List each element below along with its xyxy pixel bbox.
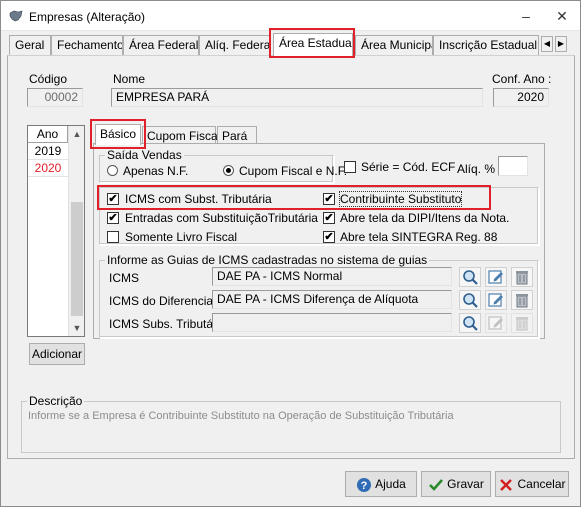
tab-fechamento[interactable]: Fechamento	[51, 35, 123, 55]
app-icon	[9, 10, 23, 22]
tab-area-estadual[interactable]: Área Estadual	[273, 33, 353, 56]
radio-cupom-fiscal[interactable]	[223, 165, 234, 176]
tab-scroll-right-icon[interactable]: ▶	[555, 36, 567, 52]
serie-ecf-label: Série = Cód. ECF	[361, 160, 456, 174]
search-icon[interactable]	[459, 313, 481, 333]
nome-label: Nome	[113, 72, 146, 86]
codigo-field[interactable]: 00002	[27, 88, 83, 107]
edit-icon[interactable]	[485, 267, 507, 287]
guia-diferencial-field[interactable]: DAE PA - ICMS Diferença de Alíquota	[212, 290, 452, 309]
tab-aliq-federais[interactable]: Alíq. Federais	[199, 35, 271, 55]
checkbox-abre-sintegra[interactable]: ✔	[323, 231, 335, 243]
tab-inscricao-estadual[interactable]: Inscrição Estadual S	[433, 35, 539, 55]
somente-livro-label: Somente Livro Fiscal	[125, 230, 238, 244]
checkbox-icms-subst[interactable]: ✔	[107, 193, 119, 205]
trash-icon[interactable]	[511, 313, 533, 333]
saida-vendas-title: Saída Vendas	[105, 148, 184, 162]
gravar-label: Gravar	[447, 477, 484, 491]
edit-icon[interactable]	[485, 290, 507, 310]
entradas-label: Entradas com SubstituiçãoTributária	[125, 211, 318, 225]
year-list[interactable]: Ano 2019 2020 ▲ ▼	[27, 125, 85, 337]
radio-apenas-nf-label: Apenas N.F.	[123, 164, 189, 178]
cancel-icon	[500, 478, 513, 491]
contribuinte-substituto-label: Contribuinte Substituto	[338, 191, 463, 207]
abre-sintegra-label: Abre tela SINTEGRA Reg. 88	[340, 230, 498, 244]
window-title: Empresas (Alteração)	[29, 10, 146, 24]
top-tab-strip: Geral Fechamento Área Federal Alíq. Fede…	[7, 33, 577, 56]
icms-subst-label: ICMS com Subst. Tributária	[125, 192, 272, 206]
search-icon[interactable]	[459, 290, 481, 310]
tab-area-federal[interactable]: Área Federal	[123, 35, 199, 55]
nome-field[interactable]: EMPRESA PARÁ	[111, 88, 483, 107]
guia-diferencial-label: ICMS do Diferencial	[109, 294, 216, 308]
abre-dipi-label: Abre tela da DIPI/Itens da Nota.	[340, 211, 510, 225]
checkbox-somente-livro[interactable]	[107, 231, 119, 243]
codigo-label: Código	[29, 72, 68, 86]
year-row[interactable]: 2020	[28, 160, 68, 177]
cancelar-label: Cancelar	[517, 477, 566, 491]
tab-basico[interactable]: Básico	[95, 124, 141, 145]
guia-subs-trib-field[interactable]	[212, 313, 452, 332]
scroll-down-icon[interactable]: ▼	[69, 320, 85, 336]
guias-title: Informe as Guias de ICMS cadastradas no …	[105, 253, 430, 267]
minimize-button[interactable]: –	[517, 7, 535, 25]
checkmark-icon	[429, 478, 444, 491]
descricao-label: Descrição	[27, 394, 85, 408]
close-button[interactable]: ✕	[553, 7, 571, 25]
svg-text:?: ?	[361, 480, 368, 492]
search-icon[interactable]	[459, 267, 481, 287]
adicionar-button-label: Adicionar	[31, 347, 83, 361]
guia-icms-field[interactable]: DAE PA - ICMS Normal	[212, 267, 452, 286]
aliq-input[interactable]	[498, 156, 528, 176]
guia-icms-label: ICMS	[109, 271, 139, 285]
tab-scroll-left-icon[interactable]: ◀	[541, 36, 553, 52]
checkbox-abre-dipi[interactable]: ✔	[323, 212, 335, 224]
year-row[interactable]: 2019	[28, 143, 68, 160]
checkbox-serie-ecf[interactable]	[344, 161, 356, 173]
scroll-thumb[interactable]	[71, 202, 83, 316]
conf-ano-label: Conf. Ano :	[492, 72, 552, 86]
checkbox-entradas[interactable]: ✔	[107, 212, 119, 224]
trash-icon[interactable]	[511, 267, 533, 287]
descricao-text: Informe se a Empresa é Contribuinte Subs…	[28, 410, 454, 422]
gravar-button[interactable]: Gravar	[421, 471, 491, 497]
radio-apenas-nf[interactable]	[107, 165, 118, 176]
conf-ano-field[interactable]: 2020	[493, 88, 549, 107]
tab-geral[interactable]: Geral	[9, 35, 51, 55]
ajuda-label: Ajuda	[375, 477, 406, 491]
help-icon: ?	[357, 477, 372, 492]
radio-cupom-fiscal-label: Cupom Fiscal e N.F.	[239, 164, 348, 178]
trash-icon[interactable]	[511, 290, 533, 310]
cancelar-button[interactable]: Cancelar	[495, 471, 569, 497]
edit-icon[interactable]	[485, 313, 507, 333]
title-bar: Empresas (Alteração) – ✕	[1, 1, 580, 31]
year-list-header: Ano	[28, 126, 68, 143]
checkbox-contribuinte-substituto[interactable]: ✔	[323, 193, 335, 205]
year-list-scrollbar[interactable]: ▲ ▼	[68, 126, 84, 336]
aliq-label: Alíq. %	[457, 162, 496, 176]
adicionar-button[interactable]: Adicionar	[29, 343, 85, 365]
scroll-up-icon[interactable]: ▲	[69, 126, 85, 142]
ajuda-button[interactable]: ? Ajuda	[345, 471, 417, 497]
guia-subs-trib-label: ICMS Subs. Tributária	[109, 317, 227, 331]
window: Empresas (Alteração) – ✕ Geral Fechament…	[0, 0, 581, 507]
descricao-box: Informe se a Empresa é Contribuinte Subs…	[21, 401, 561, 453]
tab-area-municipal[interactable]: Área Municipal	[355, 35, 433, 55]
